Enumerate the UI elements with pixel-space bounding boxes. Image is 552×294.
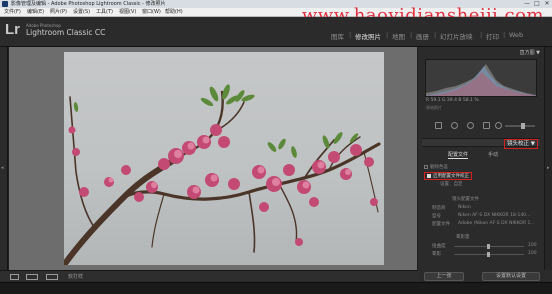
vignette-knob[interactable] <box>487 252 490 257</box>
remove-ca-checkbox[interactable]: 删除色差 <box>424 164 448 170</box>
distortion-value[interactable]: 100 <box>528 243 537 248</box>
enable-profile-checkbox[interactable]: 启用配置文件校正 <box>424 172 472 180</box>
checkbox-box[interactable] <box>424 164 428 169</box>
distortion-slider[interactable] <box>454 244 524 249</box>
right-footer: 上一张 设置默认设置 <box>418 270 552 282</box>
soft-proof-label[interactable]: 软打样 <box>68 273 83 280</box>
menu-view[interactable]: 视图(V) <box>119 8 136 17</box>
bottom-toolbar: 软打样 <box>0 270 418 282</box>
set-default-button[interactable]: 设置默认设置 <box>482 272 540 281</box>
module-map[interactable]: 地图 <box>392 31 405 41</box>
menu-edit[interactable]: 编辑(E) <box>27 8 44 17</box>
tab-profile[interactable]: 配置文件 <box>448 151 469 159</box>
menu-window[interactable]: 窗口(W) <box>142 8 161 17</box>
slider-knob[interactable] <box>521 123 525 129</box>
module-slideshow[interactable]: 幻灯片放映 <box>440 31 473 41</box>
photo-peach-blossom <box>64 52 384 265</box>
lens-correction-title[interactable]: 镜头校正 ▼ <box>504 139 538 149</box>
remove-ca-label: 删除色差 <box>430 165 448 170</box>
right-panel-edge[interactable]: ▸ <box>544 47 552 270</box>
collapse-right-icon[interactable]: ▸ <box>547 165 550 171</box>
module-header: Lr Adobe Photoshop Lightroom Classic CC … <box>0 17 552 47</box>
setup-label: 设置： <box>440 182 454 187</box>
brand-title: Lightroom Classic CC <box>26 28 106 37</box>
histogram-values: R 59.1 G 39.4 B 58.1 % <box>426 98 479 103</box>
profile-label: 配置文件 <box>432 222 450 227</box>
graduated-filter-icon[interactable] <box>483 122 490 129</box>
red-eye-icon[interactable] <box>467 122 474 129</box>
peach-blossom-image <box>64 84 381 265</box>
vignette-value[interactable]: 100 <box>528 251 537 256</box>
setup-value[interactable]: 自定 <box>454 182 463 187</box>
checkbox-box-checked[interactable] <box>427 173 431 178</box>
tab-manual[interactable]: 手动 <box>488 151 498 158</box>
model-label: 型号 <box>432 214 441 219</box>
filmstrip <box>0 282 552 294</box>
module-print[interactable]: 打印 <box>486 31 499 41</box>
compare-icon[interactable] <box>46 274 58 280</box>
distortion-label: 扭曲度 <box>432 244 446 249</box>
vignette-slider[interactable] <box>454 252 524 257</box>
setup-row: 设置：自定 <box>440 181 463 187</box>
lens-profile-title: 镜头配置文件 <box>452 197 479 202</box>
photo-canvas[interactable] <box>9 47 417 270</box>
app-icon <box>2 1 8 7</box>
previous-button[interactable]: 上一张 <box>424 272 464 281</box>
menu-settings[interactable]: 设置(S) <box>73 8 90 17</box>
window-title: 影像管理及编辑 - Adobe Photoshop Lightroom Clas… <box>11 1 166 7</box>
before-after-icon[interactable] <box>26 274 38 280</box>
lens-tabs: 配置文件 手动 <box>426 151 536 159</box>
make-label: 制造商 <box>432 206 446 211</box>
amount-title: 晕影量 <box>456 235 470 240</box>
vignette-label: 晕影 <box>432 252 441 257</box>
menu-file[interactable]: 文件(F) <box>4 8 21 17</box>
lens-correction-header[interactable]: 镜头校正 ▼ <box>422 138 540 149</box>
menu-photo[interactable]: 照片(P) <box>50 8 67 17</box>
radial-filter-icon[interactable] <box>495 122 502 129</box>
menu-tools[interactable]: 工具(T) <box>96 8 113 17</box>
module-library[interactable]: 图库 <box>331 31 344 41</box>
spot-removal-icon[interactable] <box>451 122 458 129</box>
distortion-knob[interactable] <box>487 244 490 249</box>
histogram-graph <box>425 59 537 97</box>
left-panel-collapsed[interactable]: ◂ <box>0 47 8 270</box>
module-web[interactable]: Web <box>509 31 523 39</box>
enable-profile-label: 启用配置文件校正 <box>433 174 469 179</box>
profile-value[interactable]: Adobe (Nikon AF-S DX NIKKOR 1... <box>458 221 535 226</box>
expand-left-icon[interactable]: ◂ <box>1 165 4 171</box>
module-develop[interactable]: 修改照片 <box>355 31 381 41</box>
menu-help[interactable]: 帮助(H) <box>165 8 183 17</box>
show-original-checkbox[interactable]: 原始照片 <box>426 105 442 111</box>
loupe-view-icon[interactable] <box>10 274 19 280</box>
module-book[interactable]: 画册 <box>416 31 429 41</box>
lr-logo: Lr <box>5 21 20 38</box>
brush-size-slider[interactable] <box>505 123 535 129</box>
tool-strip <box>425 120 539 132</box>
right-panel: 直方图 ▼ R 59.1 G 39.4 B 58.1 % 原始照片 镜头校正 ▼… <box>418 47 552 270</box>
crop-tool-icon[interactable] <box>435 122 442 129</box>
model-value[interactable]: Nikon AF-S DX NIKKOR 18-140... <box>458 213 530 218</box>
make-value[interactable]: Nikon <box>458 205 471 210</box>
histogram-header[interactable]: 直方图 ▼ <box>422 49 540 57</box>
